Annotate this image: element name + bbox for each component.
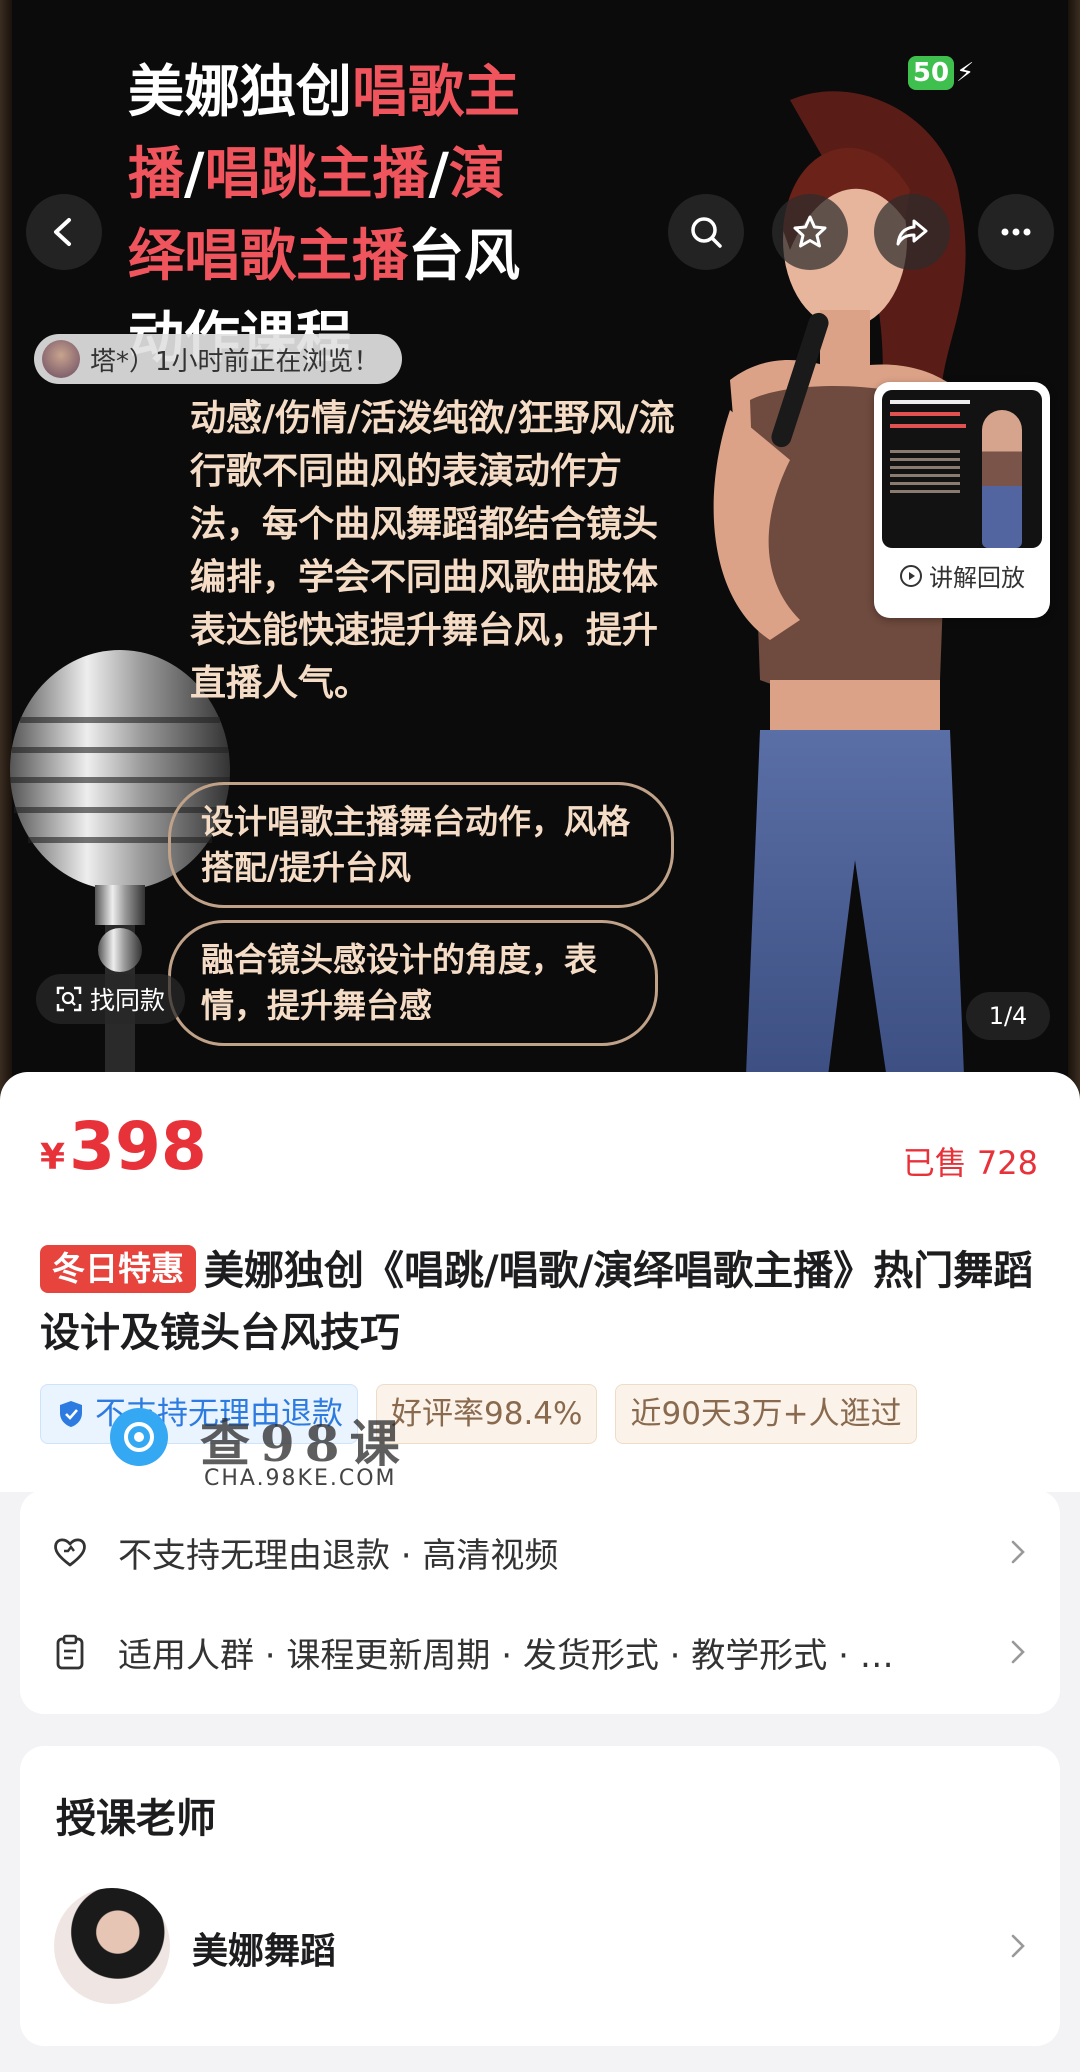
price: ¥ 398 <box>40 1108 207 1185</box>
visits-tag[interactable]: 近90天3万+人逛过 <box>615 1384 917 1444</box>
charging-icon: ⚡ <box>956 58 975 88</box>
teacher-avatar[interactable] <box>54 1888 170 2004</box>
chevron-right-icon[interactable] <box>1006 1928 1030 1964</box>
battery-indicator: 50 <box>908 56 954 90</box>
attributes-card: 不支持无理由退款 · 高清视频 适用人群 · 课程更新周期 · 发货形式 · 教… <box>20 1490 1060 1714</box>
share-icon <box>896 219 928 246</box>
currency-symbol: ¥ <box>40 1137 66 1178</box>
replay-thumbnail <box>882 390 1042 548</box>
headline-segment: 绎唱歌主播 <box>128 224 408 289</box>
product-title-row: 冬日特惠 美娜独创《唱跳/唱歌/演绎唱歌主播》热门舞蹈设计及镜头台风技巧 <box>40 1240 1040 1364</box>
play-circle-icon <box>900 564 922 587</box>
banner-description: 动感/伤情/活泼纯欲/狂野风/流行歌不同曲风的表演动作方法，每个曲风舞蹈都结合镜… <box>190 398 675 704</box>
watermark-logo-icon <box>110 1408 168 1466</box>
replay-label-row: 讲解回放 <box>882 558 1042 593</box>
headline-segment: 演 <box>448 142 505 207</box>
viewer-avatar <box>42 340 80 378</box>
teacher-name[interactable]: 美娜舞蹈 <box>192 1922 336 1974</box>
more-button[interactable] <box>978 194 1054 270</box>
headline-segment: 台风 <box>408 224 520 289</box>
product-tags: 不支持无理由退款 好评率98.4% 近90天3万+人逛过 <box>40 1384 917 1444</box>
promo-badge: 冬日特惠 <box>40 1245 196 1293</box>
banner-feature-pill: 设计唱歌主播舞台动作，风格搭配/提升台风 <box>168 782 674 908</box>
teacher-section-heading: 授课老师 <box>56 1796 216 1842</box>
back-button[interactable] <box>26 194 102 270</box>
headline-segment: 唱歌主 <box>352 60 520 125</box>
chevron-right-icon <box>1011 1540 1025 1564</box>
recent-viewer-notice: 塔*）1小时前正在浏览！ <box>34 334 402 384</box>
headline-segment: / <box>428 142 449 207</box>
price-value: 398 <box>69 1108 207 1185</box>
live-replay-card[interactable]: 讲解回放 <box>874 382 1050 618</box>
headline-segment: 美娜独创 <box>128 60 352 125</box>
replay-label: 讲解回放 <box>929 564 1025 592</box>
parameters-row[interactable]: 适用人群 · 课程更新周期 · 发货形式 · 教学形式 · … <box>20 1602 1060 1702</box>
headline-segment: / <box>184 142 205 207</box>
shield-check-icon <box>60 1401 82 1427</box>
favorite-button[interactable] <box>772 194 848 270</box>
back-arrow-icon <box>54 218 71 246</box>
service-row[interactable]: 不支持无理由退款 · 高清视频 <box>20 1502 1060 1602</box>
teacher-card: 授课老师 美娜舞蹈 <box>20 1746 1060 2046</box>
banner-frame-right <box>1068 0 1080 1100</box>
service-row-text: 不支持无理由退款 · 高清视频 <box>118 1535 559 1576</box>
banner-headline: 美娜独创唱歌主 播/唱跳主播/演 绎唱歌主播台风 动作课程 <box>128 52 568 380</box>
search-button[interactable] <box>668 194 744 270</box>
chevron-right-icon <box>1011 1640 1025 1664</box>
parameters-row-text: 适用人群 · 课程更新周期 · 发货形式 · 教学形式 · … <box>118 1635 894 1676</box>
recent-viewer-text: 塔*）1小时前正在浏览！ <box>90 346 380 377</box>
find-similar-button[interactable]: 找同款 <box>36 974 186 1024</box>
banner-feature-pill: 融合镜头感设计的角度，表情，提升舞台感 <box>168 920 658 1046</box>
headline-segment: 播 <box>128 142 184 207</box>
scan-icon <box>56 986 82 1012</box>
headline-segment: 唱跳主播 <box>204 142 429 207</box>
find-similar-label: 找同款 <box>90 986 166 1015</box>
heart-service-icon <box>54 1538 86 1567</box>
carousel-page-indicator: 1/4 <box>966 992 1050 1040</box>
sold-count: 已售 728 <box>902 1144 1038 1182</box>
watermark-subtext: CHA.98KE.COM <box>204 1466 397 1491</box>
more-dots-icon <box>1001 228 1031 236</box>
share-button[interactable] <box>874 194 950 270</box>
search-icon <box>691 217 722 248</box>
product-image-carousel[interactable]: 美娜独创唱歌主 播/唱跳主播/演 绎唱歌主播台风 动作课程 动感/伤情/活泼纯欲… <box>0 0 1080 1100</box>
clipboard-icon <box>56 1634 84 1670</box>
star-icon <box>793 215 827 248</box>
